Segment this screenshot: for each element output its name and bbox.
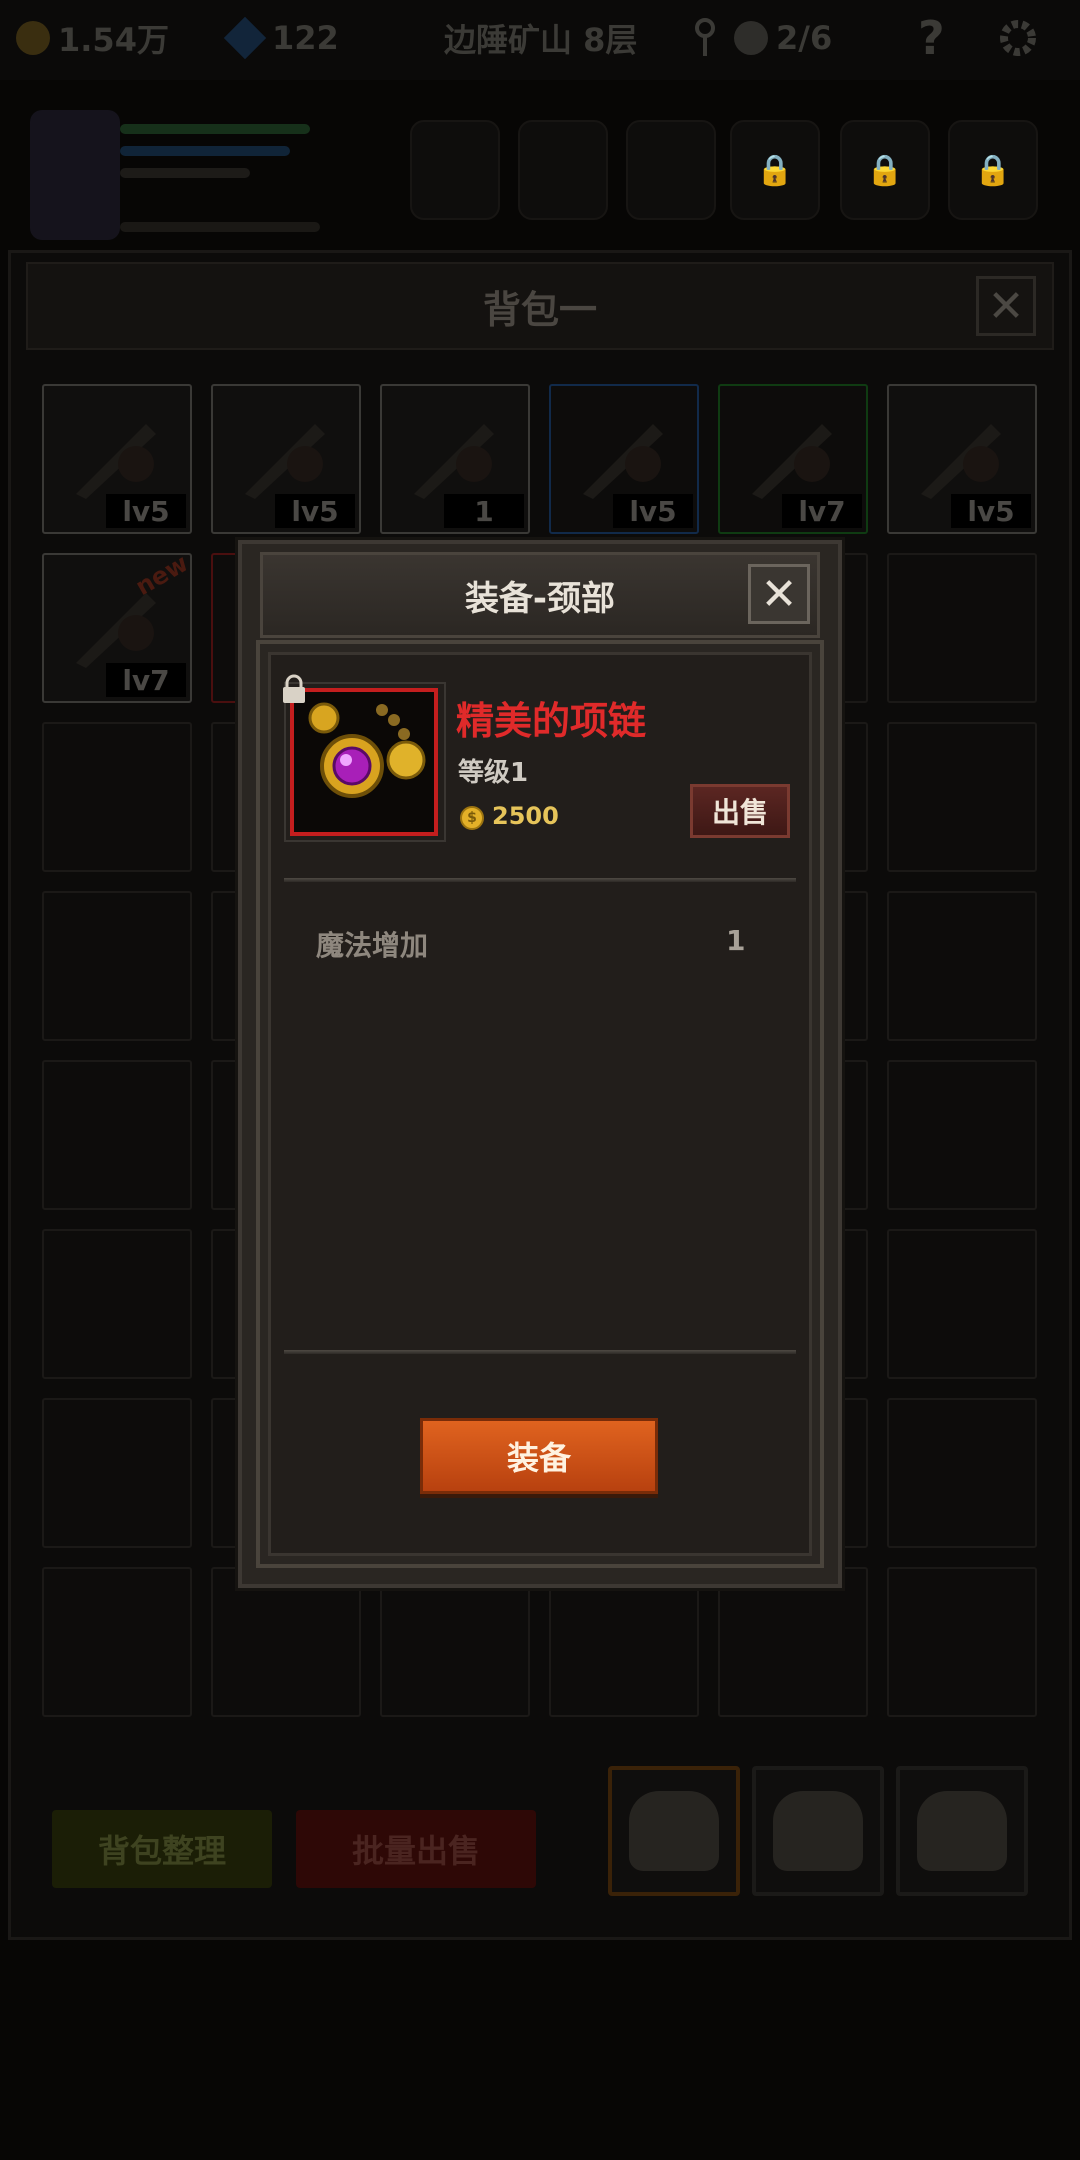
item-icon (911, 404, 1011, 504)
gold-counter: 1.54万 (16, 16, 169, 60)
backpack-slot[interactable] (42, 722, 192, 872)
backpack-tab-2[interactable] (752, 1766, 884, 1896)
skull-icon (734, 21, 768, 55)
backpack-slot[interactable] (887, 1229, 1037, 1379)
item-level-label: lv7 (782, 494, 862, 528)
backpack-slot[interactable]: lv7 new (42, 549, 193, 703)
backpack-slot[interactable]: lv5 (42, 384, 192, 534)
bag-icon (773, 1791, 863, 1871)
dialog-title: 装备-颈部 (260, 552, 820, 638)
hero-avatar[interactable] (30, 110, 120, 240)
item-level-label: lv5 (613, 494, 693, 528)
lock-icon: 🔒 (974, 152, 1012, 188)
locked-slot-3[interactable]: 🔒 (948, 120, 1038, 220)
attribute-name: 魔法增加 (316, 929, 429, 962)
backpack-slot[interactable] (887, 1567, 1037, 1717)
hero-xp-bar (120, 168, 250, 178)
gold-amount: 1.54万 (58, 21, 169, 59)
backpack-tab-1[interactable] (608, 1766, 740, 1896)
skill-slot-1[interactable] (410, 120, 500, 220)
item-level-label: lv5 (275, 494, 355, 528)
necklace-item-icon (290, 688, 438, 836)
bag-icon (917, 1791, 1007, 1871)
item-level-label: lv7 (106, 663, 186, 697)
skull-counter: 2/6 (734, 16, 832, 60)
item-level-label: 1 (444, 494, 524, 528)
coin-icon: $ (460, 806, 484, 830)
gem-counter: 122 (223, 16, 339, 60)
help-icon[interactable]: ? (918, 11, 945, 65)
backpack-slot[interactable]: lv5 (211, 384, 361, 534)
dialog-close-button[interactable]: ✕ (748, 564, 810, 624)
lock-icon: 🔒 (756, 152, 794, 188)
location-label: 边陲矿山 8层 (444, 21, 638, 59)
backpack-slot[interactable] (887, 722, 1037, 872)
item-price: 2500 (492, 802, 559, 830)
gem-amount: 122 (272, 19, 339, 57)
skill-slot-2[interactable] (518, 120, 608, 220)
item-icon (66, 404, 166, 504)
item-icon (404, 404, 504, 504)
padlock-icon[interactable] (278, 674, 310, 704)
skill-slot-3[interactable] (626, 120, 716, 220)
backpack-slot[interactable]: lv5 (887, 384, 1037, 534)
sell-button[interactable]: 出售 (690, 784, 790, 838)
backpack-slot[interactable] (42, 1060, 192, 1210)
locked-slot-1[interactable]: 🔒 (730, 120, 820, 220)
gold-coin-icon (16, 21, 50, 55)
backpack-slot[interactable]: lv7 (718, 384, 868, 534)
gem-icon (223, 16, 267, 60)
backpack-slot[interactable] (887, 1060, 1037, 1210)
divider-top (284, 878, 796, 882)
backpack-slot[interactable] (380, 1567, 530, 1717)
backpack-slot[interactable] (887, 1398, 1037, 1548)
item-level-label: lv5 (951, 494, 1031, 528)
key-icon (695, 18, 715, 56)
attribute-value: 1 (726, 924, 746, 957)
item-level: 等级1 (458, 758, 529, 788)
backpack-close-button[interactable]: ✕ (976, 276, 1036, 336)
locked-slot-2[interactable]: 🔒 (840, 120, 930, 220)
settings-gear-icon[interactable] (996, 16, 1040, 60)
backpack-slot[interactable]: lv5 (549, 384, 699, 534)
lock-icon: 🔒 (866, 152, 904, 188)
item-level-label: lv5 (106, 494, 186, 528)
hero-mp-bar (120, 146, 290, 156)
backpack-slot[interactable]: 1 (380, 384, 530, 534)
item-icon (742, 404, 842, 504)
backpack-title: 背包一 (26, 262, 1054, 350)
bag-icon (629, 1791, 719, 1871)
backpack-slot[interactable] (887, 891, 1037, 1041)
skull-progress: 2/6 (776, 19, 833, 57)
bulk-sell-button[interactable]: 批量出售 (296, 1810, 536, 1888)
backpack-slot[interactable] (887, 553, 1037, 703)
backpack-slot[interactable] (42, 1398, 192, 1548)
item-icon (573, 404, 673, 504)
equip-button[interactable]: 装备 (420, 1418, 658, 1494)
backpack-slot[interactable] (42, 1229, 192, 1379)
hero-extra-bar (120, 222, 320, 232)
key-counter (690, 16, 720, 60)
backpack-slot[interactable] (42, 1567, 192, 1717)
backpack-slot[interactable] (718, 1567, 868, 1717)
item-icon (235, 404, 335, 504)
hero-hp-bar (120, 124, 310, 134)
backpack-slot[interactable] (549, 1567, 699, 1717)
divider-bottom (284, 1350, 796, 1354)
backpack-slot[interactable] (42, 891, 192, 1041)
sort-backpack-button[interactable]: 背包整理 (52, 1810, 272, 1888)
item-name: 精美的项链 (456, 699, 647, 743)
backpack-tab-3[interactable] (896, 1766, 1028, 1896)
backpack-slot[interactable] (211, 1567, 361, 1717)
